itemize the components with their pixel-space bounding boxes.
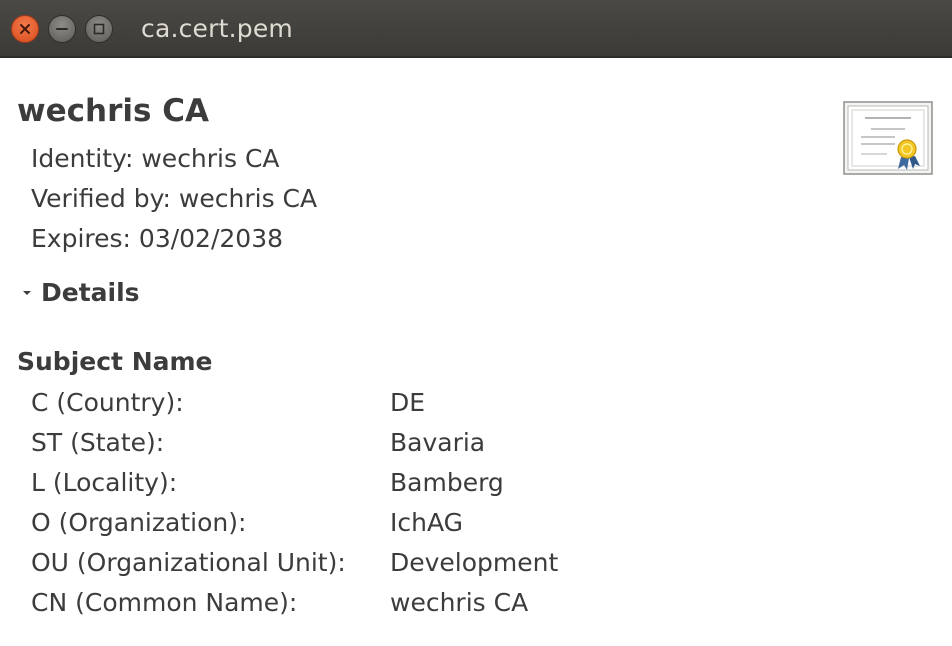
- close-icon: [20, 24, 30, 34]
- maximize-icon: [93, 23, 105, 35]
- subject-name-heading: Subject Name: [17, 347, 213, 376]
- field-value: IchAG: [390, 508, 463, 537]
- close-button[interactable]: [11, 15, 39, 43]
- field-label: C (Country):: [31, 388, 184, 417]
- field-label: OU (Organizational Unit):: [31, 548, 346, 577]
- subject-field-row: CN (Common Name): wechris CA: [0, 588, 952, 624]
- window-title: ca.cert.pem: [141, 14, 293, 43]
- certificate-icon: [843, 101, 933, 175]
- subject-field-row: C (Country): DE: [0, 388, 952, 424]
- subject-field-row: L (Locality): Bamberg: [0, 468, 952, 504]
- field-value: Bavaria: [390, 428, 486, 457]
- certificate-name: wechris CA: [17, 93, 210, 129]
- minimize-button[interactable]: [48, 15, 76, 43]
- maximize-button[interactable]: [85, 15, 113, 43]
- expanded-arrow-icon: [23, 291, 31, 295]
- verified-by-text: Verified by: wechris CA: [31, 184, 318, 213]
- field-value: Development: [390, 548, 559, 577]
- subject-field-row: O (Organization): IchAG: [0, 508, 952, 544]
- field-value: DE: [390, 388, 426, 417]
- identity-text: Identity: wechris CA: [31, 144, 280, 173]
- minimize-icon: [56, 28, 68, 30]
- field-value: wechris CA: [390, 588, 529, 617]
- subject-field-row: OU (Organizational Unit): Development: [0, 548, 952, 584]
- field-value: Bamberg: [390, 468, 504, 497]
- subject-field-row: ST (State): Bavaria: [0, 428, 952, 464]
- field-label: L (Locality):: [31, 468, 178, 497]
- title-bar[interactable]: ca.cert.pem: [0, 0, 952, 58]
- certificate-viewer-window: ca.cert.pem wechris CA Identity: wechris…: [0, 0, 952, 646]
- field-label: CN (Common Name):: [31, 588, 298, 617]
- details-label: Details: [41, 278, 140, 307]
- expires-text: Expires: 03/02/2038: [31, 224, 284, 253]
- field-label: O (Organization):: [31, 508, 247, 537]
- field-label: ST (State):: [31, 428, 165, 457]
